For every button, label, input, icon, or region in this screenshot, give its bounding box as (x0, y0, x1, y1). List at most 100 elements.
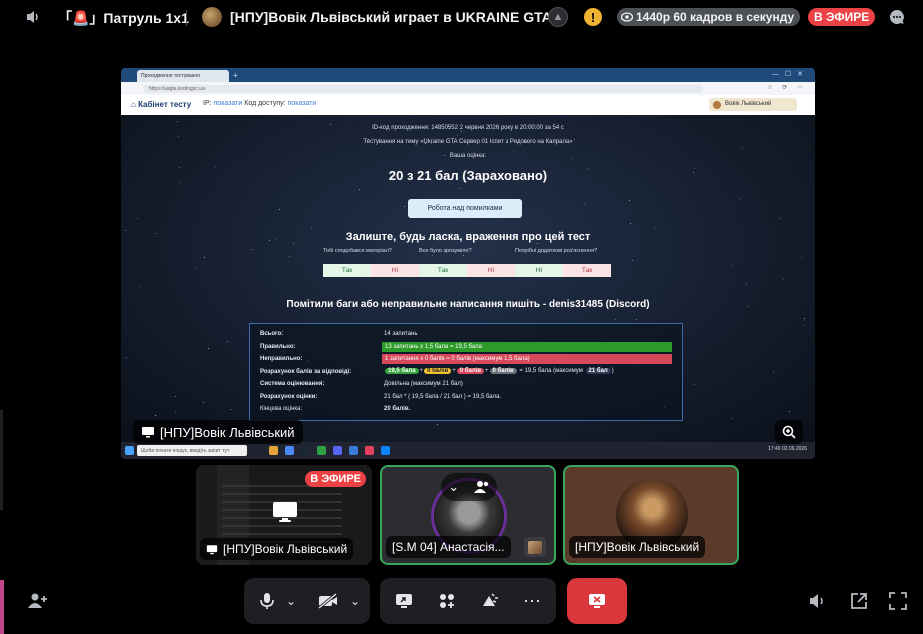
microphone-button[interactable] (256, 578, 278, 624)
app-icon (301, 446, 310, 455)
participant-tile[interactable]: ⌄ [S.M 04] Анастасія... (380, 465, 556, 565)
volume-icon[interactable] (808, 592, 826, 615)
people-icon[interactable] (473, 480, 490, 494)
background-star (742, 148, 743, 149)
background-star (227, 341, 228, 342)
result-row: Розрахунок оцінки: 21 бал * ( 19,5 бала … (260, 393, 502, 400)
share-screen-button[interactable] (392, 578, 416, 624)
activity-thumbnail[interactable] (524, 537, 546, 557)
popout-icon[interactable] (850, 592, 868, 615)
zoom-button[interactable] (775, 420, 803, 444)
more-options-button[interactable]: ⋯ (520, 578, 544, 624)
review-mistakes-button: Робота над помилками (408, 199, 522, 218)
disconnect-button[interactable] (567, 578, 627, 624)
background-star (739, 199, 740, 200)
chevron-down-icon[interactable]: ⌄ (284, 578, 298, 624)
background-star (279, 209, 280, 210)
participant-tile[interactable]: [НПУ]Вовік Львівський (563, 465, 739, 565)
background-star (654, 227, 655, 228)
app-icon (381, 446, 390, 455)
feedback-question: Потрібні додаткові роз'яснення? Ні Так (515, 248, 611, 277)
score-caption: Ваша оцінка: (449, 153, 487, 159)
browser-tab-strip: Проходження тестування + —☐✕ (121, 68, 815, 82)
browser-address-bar: https://uagta.testingpc.ua ☆ ⟳ ⋯ (121, 82, 815, 95)
site-user-menu: Вовік Львівський (709, 98, 797, 111)
chevron-down-icon[interactable]: ⌄ (448, 479, 459, 495)
test-meta-id: ID-код проходження: 14850552 2 червня 20… (372, 125, 564, 131)
monitor-icon (273, 502, 297, 522)
presenter-name: [НПУ]Вовік Львівський (160, 424, 295, 440)
result-row: Всього: 14 запитань (260, 331, 418, 337)
result-row: Розрахунок балів за відповіді: 19,5 бала… (260, 367, 614, 375)
speaker-icon[interactable] (26, 9, 40, 30)
background-star (804, 318, 805, 319)
add-friend-icon[interactable] (28, 592, 48, 615)
background-star (615, 319, 616, 320)
background-star (783, 279, 784, 280)
screen-share-icon (142, 427, 154, 438)
browser-url: https://uagta.testingpc.ua (143, 85, 703, 93)
participant-name: [НПУ]Вовік Львівський (223, 542, 348, 556)
background-star (404, 206, 405, 207)
background-star (457, 135, 458, 136)
app-icon (285, 446, 294, 455)
soundboard-button[interactable] (478, 578, 502, 624)
background-star (773, 371, 774, 372)
background-star (289, 256, 290, 257)
results-table: Всього: 14 запитань Правильно: 13 запита… (249, 323, 683, 421)
background-star (137, 218, 138, 219)
windows-start-icon (125, 446, 134, 455)
soundboard-icon (483, 593, 498, 606)
app-icon (317, 446, 326, 455)
more-icon: ⋯ (523, 590, 541, 611)
stream-quality-badge[interactable]: 1440p 60 кадров в секунду (617, 8, 801, 26)
app-icon (269, 446, 278, 455)
background-star (731, 265, 732, 266)
participant-name: [S.M 04] Анастасія... (392, 540, 505, 554)
streamer-avatar[interactable] (202, 7, 222, 27)
tile-label: [S.M 04] Анастасія... (386, 536, 511, 558)
background-star (140, 286, 141, 287)
background-star (632, 260, 633, 261)
background-star (629, 200, 630, 201)
chevron-down-icon[interactable]: ⌄ (348, 578, 362, 624)
background-star (208, 348, 209, 349)
camera-button[interactable] (316, 578, 340, 624)
participant-controls[interactable]: ⌄ (441, 473, 497, 501)
background-star (746, 284, 747, 285)
site-ip-info: IP: показати Код доступу: показати (203, 100, 317, 107)
fullscreen-icon[interactable] (889, 592, 907, 615)
background-star (789, 411, 790, 412)
tile-label: [НПУ]Вовік Львівський (569, 536, 706, 558)
warning-icon[interactable]: ! (584, 8, 602, 26)
background-star (359, 189, 360, 190)
rocket-icon (440, 594, 454, 608)
background-star (437, 424, 438, 425)
taskbar-clock: 17:40 02.06.2026 (768, 446, 807, 452)
app-icon (349, 446, 358, 455)
activities-button[interactable] (435, 578, 459, 624)
background-star (177, 121, 178, 122)
background-star (230, 409, 231, 410)
background-star (460, 188, 461, 189)
background-star (311, 227, 312, 228)
background-star (203, 402, 204, 403)
background-star (636, 319, 637, 320)
result-row: Система оцінювання: Довільна (максимум 2… (260, 381, 463, 387)
participant-tile[interactable]: В ЭФИРЕ [НПУ]Вовік Львівський (196, 465, 372, 565)
background-star (498, 220, 499, 221)
channel-name: 「🚨」Патруль 1x1 (58, 10, 189, 26)
background-star (175, 396, 176, 397)
result-row: Неправильно: 1 запитання x 0 балів = 0 б… (260, 353, 672, 366)
chat-icon[interactable] (888, 8, 906, 31)
main-stream-view[interactable]: Проходження тестування + —☐✕ https://uag… (121, 68, 815, 459)
app-icon (365, 446, 374, 455)
background-star (204, 257, 205, 258)
site-brand: ⌂ Кабінет тесту (131, 100, 192, 109)
windows-taskbar: Щоби почати пошук, введіть запит тут 17:… (121, 442, 815, 459)
browser-toolbar-icons: ☆ ⟳ ⋯ (767, 85, 807, 91)
feedback-title: Залиште, будь ласка, враження про цей те… (345, 231, 591, 243)
background-star (537, 243, 538, 244)
background-star (349, 123, 350, 124)
bug-report-note: Помітили баги або неправильне написання … (286, 299, 650, 310)
